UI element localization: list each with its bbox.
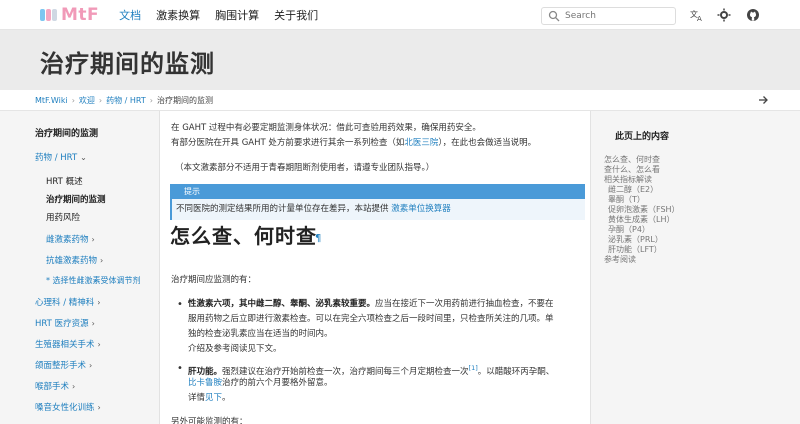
sidebar-item-monitoring[interactable]: 治疗期间的监测	[46, 193, 106, 205]
site-logo[interactable]: MtF	[40, 5, 99, 25]
toc-item[interactable]: 参考阅读	[604, 255, 636, 265]
breadcrumb-bar: MtF.Wiki › 欢迎 › 药物 / HRT › 治疗期间的监测	[0, 90, 800, 111]
toc-title: 此页上的内容	[615, 132, 670, 142]
sidebar-section-title[interactable]: 治疗期间的监测	[35, 126, 98, 139]
sidebar-item-facial-surgery[interactable]: 颌面整形手术 ›	[35, 359, 92, 371]
toc-item[interactable]: 相关指标解读	[604, 175, 652, 185]
page-title: 治疗期间的监测	[40, 50, 215, 78]
list-item-liver-line2: 比卡鲁胺治疗的前六个月要格外留意。	[188, 378, 333, 388]
chevron-right-icon: ›	[100, 256, 104, 265]
list-item-hormones-line4: 介绍及参考阅读见下文。	[188, 344, 282, 354]
sidebar-item-risks[interactable]: 用药风险	[46, 211, 80, 223]
nav-link-hormone-convert[interactable]: 激素换算	[156, 7, 200, 23]
breadcrumb: MtF.Wiki › 欢迎 › 药物 / HRT › 治疗期间的监测	[35, 95, 213, 106]
github-icon[interactable]	[746, 8, 760, 22]
page-header-band: 治疗期间的监测	[0, 30, 800, 90]
list-item-liver-line3: 详情见下。	[188, 393, 231, 403]
sidebar-item-serm[interactable]: * 选择性雌激素受体调节剂	[46, 275, 141, 286]
chevron-right-icon: ›	[91, 319, 95, 328]
chevron-right-icon: ›	[97, 403, 101, 412]
toc-item[interactable]: 泌乳素（PRL）	[608, 235, 663, 245]
toc-item[interactable]: 怎么查、何时查	[604, 155, 660, 165]
note-paragraph: （本文激素部分不适用于青春期阻断剂使用者，请遵专业团队指导。）	[175, 163, 435, 173]
bullet-dot-icon: •	[177, 299, 183, 310]
breadcrumb-welcome[interactable]: 欢迎	[79, 95, 95, 106]
intro-paragraph-1: 在 GAHT 过程中有必要定期监测身体状况：借此可查验用药效果，确保用药安全。	[171, 123, 481, 133]
tip-title: 提示	[172, 184, 585, 199]
toc-item[interactable]: 孕酮（P4）	[608, 225, 650, 235]
toc-item[interactable]: 查什么、怎么看	[604, 165, 660, 175]
breadcrumb-hrt[interactable]: 药物 / HRT	[106, 95, 146, 106]
toc-item[interactable]: 睾酮（T）	[608, 195, 645, 205]
nav-link-about[interactable]: 关于我们	[274, 7, 318, 23]
monitor-intro: 治疗期间应监测的有：	[171, 275, 257, 285]
link-pku-third-hospital[interactable]: 北医三院	[404, 138, 438, 148]
chevron-right-icon: ›	[97, 340, 101, 349]
chevron-down-icon: ⌄	[80, 153, 87, 162]
toc-item[interactable]: 促卵泡激素（FSH）	[608, 205, 680, 215]
sidebar-item-hrt-resources[interactable]: HRT 医疗资源 ›	[35, 317, 95, 329]
link-see-below[interactable]: 见下	[205, 393, 222, 403]
list-item-hormones-line3: 独的检查泌乳素应当在适当的时间内。	[188, 329, 333, 339]
logo-mark-icon	[40, 8, 58, 22]
top-navbar: MtF 文档 激素换算 胸围计算 关于我们 文A	[0, 0, 800, 30]
left-sidebar: 治疗期间的监测 药物 / HRT ⌄ HRT 概述 治疗期间的监测 用药风险 雌激…	[0, 111, 160, 424]
sidebar-item-voice-training[interactable]: 嗓音女性化训练 ›	[35, 401, 101, 413]
sidebar-item-psychiatry[interactable]: 心理科 / 精神科 ›	[35, 296, 100, 308]
section-heading: 怎么查、何时查	[170, 224, 317, 248]
chevron-right-icon: ›	[91, 235, 95, 244]
chevron-right-icon: ›	[97, 298, 101, 307]
sidebar-group-label: 药物 / HRT	[35, 153, 78, 163]
nav-links: 文档 激素换算 胸围计算 关于我们	[119, 7, 333, 23]
sidebar-item-estrogen[interactable]: 雌激素药物 ›	[46, 233, 95, 245]
table-of-contents: 此页上的内容 怎么查、何时查 查什么、怎么看 相关指标解读 雌二醇（E2） 睾酮…	[590, 111, 800, 424]
sidebar-item-throat-surgery[interactable]: 喉部手术 ›	[35, 380, 75, 392]
nav-link-bust-calc[interactable]: 胸围计算	[215, 7, 259, 23]
bullet-dot-icon: •	[177, 363, 183, 374]
sidebar-item-hrt-overview[interactable]: HRT 概述	[46, 175, 83, 187]
toc-toggle-arrow-icon[interactable]	[758, 95, 768, 105]
heading-anchor-link[interactable]: ¶	[315, 232, 321, 245]
nav-link-docs[interactable]: 文档	[119, 7, 141, 23]
search-icon	[548, 10, 560, 22]
breadcrumb-home[interactable]: MtF.Wiki	[35, 96, 68, 105]
toc-item[interactable]: 黄体生成素（LH）	[608, 215, 674, 225]
tip-callout: 提示 不同医院的测定结果所用的计量单位存在差异，本站提供 激素单位换算器	[170, 184, 585, 220]
list-item-hormones-line1: 性激素六项，其中雌二醇、睾酮、泌乳素较重要。应当在接近下一次用药前进行抽血检查，…	[188, 299, 554, 309]
other-monitoring-intro: 另外可能监测的有：	[171, 417, 248, 424]
chevron-right-icon: ›	[72, 382, 76, 391]
logo-text: MtF	[61, 4, 100, 25]
list-item-hormones-line2: 服用药物之后立即进行激素检查。可以在完全六项检查之后一段时间里，只检查所关注的几…	[188, 314, 554, 324]
svg-text:A: A	[697, 15, 702, 22]
sidebar-item-antiandrogen[interactable]: 抗雄激素药物 ›	[46, 254, 103, 266]
chevron-right-icon: ›	[89, 361, 93, 370]
toc-item[interactable]: 肝功能（LFT）	[608, 245, 662, 255]
breadcrumb-current: 治疗期间的监测	[157, 95, 213, 105]
link-unit-converter[interactable]: 激素单位换算器	[391, 204, 451, 214]
theme-toggle-icon[interactable]	[717, 8, 731, 22]
main-content: 在 GAHT 过程中有必要定期监测身体状况：借此可查验用药效果，确保用药安全。 …	[160, 111, 590, 424]
link-bicalutamide[interactable]: 比卡鲁胺	[188, 378, 222, 388]
intro-paragraph-2: 有部分医院在开具 GAHT 处方前要求进行其余一系列检查（如北医三院），在此也会…	[171, 138, 537, 148]
sidebar-group-hrt[interactable]: 药物 / HRT ⌄	[35, 151, 87, 163]
search-box[interactable]	[541, 7, 676, 25]
tip-body: 不同医院的测定结果所用的计量单位存在差异，本站提供 激素单位换算器	[176, 204, 451, 214]
sidebar-item-genital-surgery[interactable]: 生殖器相关手术 ›	[35, 338, 101, 350]
translate-icon[interactable]: 文A	[690, 8, 704, 22]
search-input[interactable]	[565, 11, 665, 21]
footnote-link-1[interactable]: [1]	[469, 364, 478, 372]
toc-item[interactable]: 雌二醇（E2）	[608, 185, 658, 195]
